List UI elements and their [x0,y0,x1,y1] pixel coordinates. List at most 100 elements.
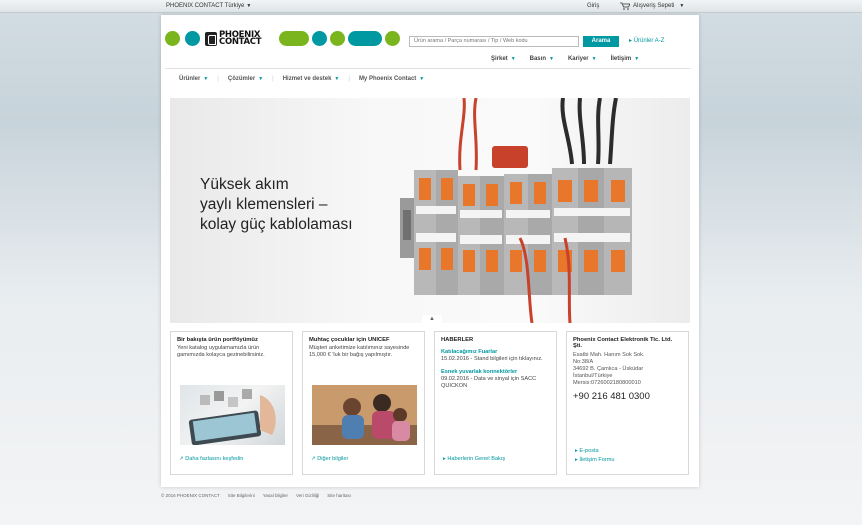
copyright: © 2016 PHOENIX CONTACT [161,493,220,498]
util-nav-label: Kariyer [567,56,589,62]
hero-line: yaylı klemensleri – [200,196,328,213]
nav-separator: | [217,76,219,82]
logo-dot [185,31,200,46]
address: Esatbi Mah. Hanım Sok Sok. No:38/A 34692… [573,352,682,387]
logo-line2: CONTACT [219,36,262,47]
contact-box: Phoenix Contact Elektronik Tic. Ltd. Şti… [566,331,689,475]
hero-line: Yüksek akım [200,176,289,193]
link-label: Haberlerin Genel Bakış [447,456,506,462]
catalog-app-image[interactable] [180,385,285,445]
contact-form-link[interactable]: ▸ İletişim Formu [575,457,615,463]
children-illustration [312,385,417,445]
main-nav-my-phoenix[interactable]: My Phoenix Contact ▼ [359,76,424,82]
chevron-down-icon: ▼ [419,76,425,82]
cart-label: Alışveriş Sepeti [633,3,675,9]
main-nav-products[interactable]: Ürünler ▼ [179,76,208,82]
hero-banner[interactable]: Yüksek akım yaylı klemensleri – kolay gü… [170,98,690,323]
logo-dot [279,31,309,46]
link-label: E-posta [579,448,599,454]
news-text: 15.02.2016 - Stand bilgileri için tıklay… [441,356,543,362]
logo-dot [348,31,382,46]
address-line: Esatbi Mah. Hanım Sok Sok. [573,352,645,358]
address-line: Mersis:0726002180800010 [573,380,641,386]
util-nav-career[interactable]: Kariyer ▼ [568,56,597,62]
main-nav-label: Hizmet ve destek [282,76,332,82]
news-heading-link[interactable]: Esnek yuvarlak konnektörler [441,369,550,376]
caret-down-icon: ▼ [246,3,252,9]
news-text: 09.02.2016 - Data ve sinyal için SACC QU… [441,376,537,389]
products-az-label: Ürünler A-Z [633,38,665,44]
nav-separator: | [348,76,350,82]
address-line: No:38/A [573,359,594,365]
footer-link-site-info[interactable]: Site Bilgilerini [228,493,255,498]
address-line: 34692 B. Çamlıca - Üsküdar [573,366,644,372]
box-text: Müşteri anketimize katılımınız sayesinde… [309,345,410,358]
main-nav-service[interactable]: Hizmet ve destek ▼ [283,76,340,82]
phone-number: +90 216 481 0300 [573,391,650,402]
news-item: Katılacağımız Fuarlar 15.02.2016 - Stand… [441,349,550,363]
news-overview-link[interactable]: ▸ Haberlerin Genel Bakış [443,456,505,462]
divider [165,68,691,69]
promo-box-unicef: Muhtaç çocuklar için UNICEF Müşteri anke… [302,331,425,475]
chevron-down-icon: ▼ [634,56,640,62]
cart-link[interactable]: Alışveriş Sepeti ▼ [620,2,684,10]
terminal-blocks-image [400,98,632,323]
cart-icon [620,2,630,10]
news-item: Esnek yuvarlak konnektörler 09.02.2016 -… [441,369,550,390]
chevron-down-icon: ▼ [258,76,264,82]
link-label: Daha fazlasını keşfedin [185,456,244,462]
address-line: İstanbul/Türkiye [573,373,613,379]
chevron-down-icon: ▼ [548,56,554,62]
util-nav-contact[interactable]: İletişim ▼ [611,56,640,62]
children-photo[interactable] [312,385,417,445]
chevron-down-icon: ▼ [510,56,516,62]
utility-nav: Şirket ▼ Basın ▼ Kariyer ▼ İletişim ▼ [491,56,639,62]
box-text: Yeni katalog uygulamamızla ürün gamımızd… [177,345,265,358]
hero-line: kolay güç kablolaması [200,216,353,233]
logo-emblem-icon [205,31,217,46]
logo-dot [312,31,327,46]
footer-link-privacy[interactable]: Veri Gizliliği [296,493,319,498]
main-nav-solutions[interactable]: Çözümler ▼ [228,76,263,82]
country-label: PHOENIX CONTACT Türkiye [166,3,245,9]
logo-dot [385,31,400,46]
footer-link-sitemap[interactable]: Site haritası [327,493,351,498]
chevron-down-icon: ▼ [591,56,597,62]
search-input[interactable]: Ürün arama / Parça numarası / Tip / Web … [409,36,579,47]
page-container: PHOENIX CONTACT Ürün arama / Parça numara… [161,15,699,487]
logo[interactable]: PHOENIX CONTACT [165,30,405,48]
caret-down-icon: ▼ [679,3,685,9]
promo-box-catalog: Bir bakışta ürün portföyümüz Yeni katalo… [170,331,293,475]
box-title: Bir bakışta ürün portföyümüz [177,337,258,343]
chevron-down-icon: ▼ [334,76,340,82]
util-nav-label: Basın [529,56,546,62]
discover-more-link[interactable]: ↗ Daha fazlasını keşfedin [179,456,243,462]
logo-dot [165,31,180,46]
search-button[interactable]: Arama [583,36,619,47]
news-heading-link[interactable]: Katılacağımız Fuarlar [441,349,550,356]
login-link[interactable]: Giriş [587,3,599,9]
logo-wordmark: PHOENIX CONTACT [205,30,275,47]
hero-collapse-tab[interactable]: ▲ [422,315,442,323]
main-nav-label: Çözümler [227,76,256,82]
top-bar: PHOENIX CONTACT Türkiye ▼ Giriş Alışveriş… [0,0,862,13]
util-nav-press[interactable]: Basın ▼ [530,56,554,62]
logo-dot [330,31,345,46]
box-title: Phoenix Contact Elektronik Tic. Ltd. Şti… [573,337,673,349]
main-nav: Ürünler ▼ | Çözümler ▼ | Hizmet ve destek ▼… [179,76,424,82]
chevron-down-icon: ▼ [203,76,209,82]
more-info-link[interactable]: ↗ Diğer bilgiler [311,456,348,462]
country-selector[interactable]: PHOENIX CONTACT Türkiye ▼ [166,3,251,9]
util-nav-label: İletişim [610,56,632,62]
main-nav-label: Ürünler [179,76,201,82]
email-link[interactable]: ▸ E-posta [575,448,599,454]
box-title: Muhtaç çocuklar için UNICEF [309,337,390,343]
nav-separator: | [272,76,274,82]
util-nav-company[interactable]: Şirket ▼ [491,56,516,62]
link-label: Diğer bilgiler [317,456,349,462]
box-title: HABERLER [441,337,474,343]
footer-link-legal[interactable]: Yasal bilgiler [263,493,288,498]
products-az-link[interactable]: ▸ Ürünler A-Z [629,37,664,44]
footer: © 2016 PHOENIX CONTACT Site Bilgilerini … [161,493,351,498]
main-nav-label: My Phoenix Contact [358,76,417,82]
